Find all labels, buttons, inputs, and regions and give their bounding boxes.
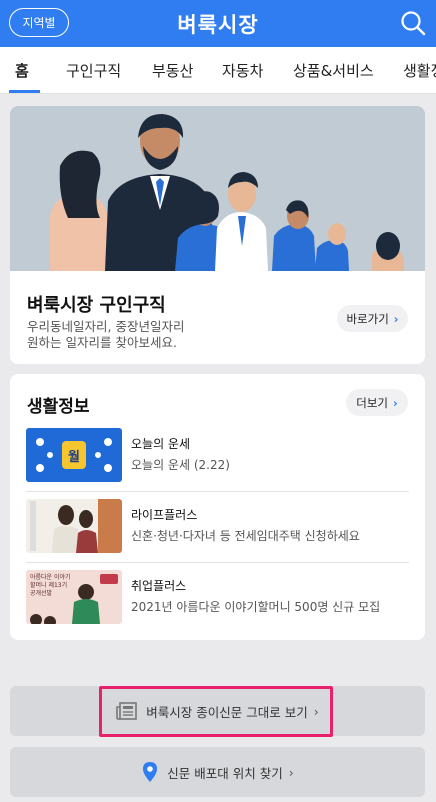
chevron-right-icon: › [313, 703, 319, 719]
tab-products-services[interactable]: 상품&서비스 [293, 47, 374, 93]
active-tab-indicator [9, 90, 40, 93]
newspaper-view-label: 벼룩시장 종이신문 그대로 보기 [146, 704, 308, 720]
tab-home[interactable]: 홈 [15, 47, 29, 93]
item-description: 오늘의 운세 (2.22) [131, 458, 230, 472]
item-description: 2021년 아름다운 이야기할머니 500명 신규 모집 [131, 600, 381, 614]
fortune-thumbnail: 월 [26, 428, 122, 482]
hero-description-line1: 우리동네일자리, 중장년일자리 [27, 319, 185, 334]
category-tabs: 홈 구인구직 부동산 자동차 상품&서비스 생활정 [0, 47, 436, 94]
list-item-job-plus[interactable]: 아름다운 이야기할머니 제13기 공개선발 취업플러스 2021년 아름다운 이… [10, 570, 425, 634]
tab-living-info[interactable]: 생활정 [403, 47, 436, 93]
item-name: 취업플러스 [131, 579, 187, 593]
fortune-thumb-text: 월 [68, 449, 80, 465]
life-plus-thumbnail [26, 499, 122, 553]
distribution-location-button[interactable]: 신문 배포대 위치 찾기 › [10, 747, 425, 797]
jobs-hero-card[interactable]: 벼룩시장 구인구직 우리동네일자리, 중장년일자리 원하는 일자리를 찾아보세요… [10, 106, 425, 364]
newspaper-icon [116, 702, 138, 720]
chevron-right-icon: › [393, 395, 398, 410]
newspaper-view-button[interactable]: 벼룩시장 종이신문 그대로 보기 › [10, 686, 425, 736]
list-item-fortune[interactable]: 월 오늘의 운세 오늘의 운세 (2.22) [10, 428, 425, 492]
hero-description: 우리동네일자리, 중장년일자리 원하는 일자리를 찾아보세요. [27, 319, 184, 351]
divider [26, 562, 409, 563]
item-description: 신혼·청년·다자녀 등 전세임대주택 신청하세요 [131, 529, 360, 543]
top-bar: 지역별 벼룩시장 [0, 0, 436, 47]
life-info-title: 생활정보 [27, 397, 90, 417]
distribution-location-label: 신문 배포대 위치 찾기 [167, 765, 283, 781]
go-now-button[interactable]: 바로가기 › [337, 305, 408, 332]
hero-title: 벼룩시장 구인구직 [27, 295, 166, 316]
life-info-card: 생활정보 더보기 › 월 오늘의 운세 오늘의 운세 (2.22) 라이프플러스… [10, 374, 425, 640]
divider [26, 491, 409, 492]
app-title: 벼룩시장 [177, 13, 259, 37]
go-now-label: 바로가기 [346, 311, 389, 326]
search-button[interactable] [398, 8, 428, 38]
job-plus-thumbnail: 아름다운 이야기할머니 제13기 공개선발 [26, 570, 122, 624]
tab-real-estate[interactable]: 부동산 [152, 47, 193, 93]
hero-illustration [10, 106, 425, 271]
location-pin-icon [143, 762, 158, 782]
tab-cars[interactable]: 자동차 [222, 47, 263, 93]
chevron-right-icon: › [393, 311, 399, 326]
more-button[interactable]: 더보기 › [346, 389, 408, 416]
search-icon [401, 11, 426, 36]
job-plus-thumb-text: 아름다운 이야기할머니 제13기 공개선발 [30, 574, 71, 597]
list-item-life-plus[interactable]: 라이프플러스 신혼·청년·다자녀 등 전세임대주택 신청하세요 [10, 499, 425, 563]
item-name: 라이프플러스 [131, 508, 198, 522]
hero-description-line2: 원하는 일자리를 찾아보세요. [27, 335, 177, 350]
item-name: 오늘의 운세 [131, 437, 191, 451]
tab-jobs[interactable]: 구인구직 [66, 47, 121, 93]
chevron-right-icon: › [288, 764, 294, 780]
more-label: 더보기 [356, 395, 388, 410]
